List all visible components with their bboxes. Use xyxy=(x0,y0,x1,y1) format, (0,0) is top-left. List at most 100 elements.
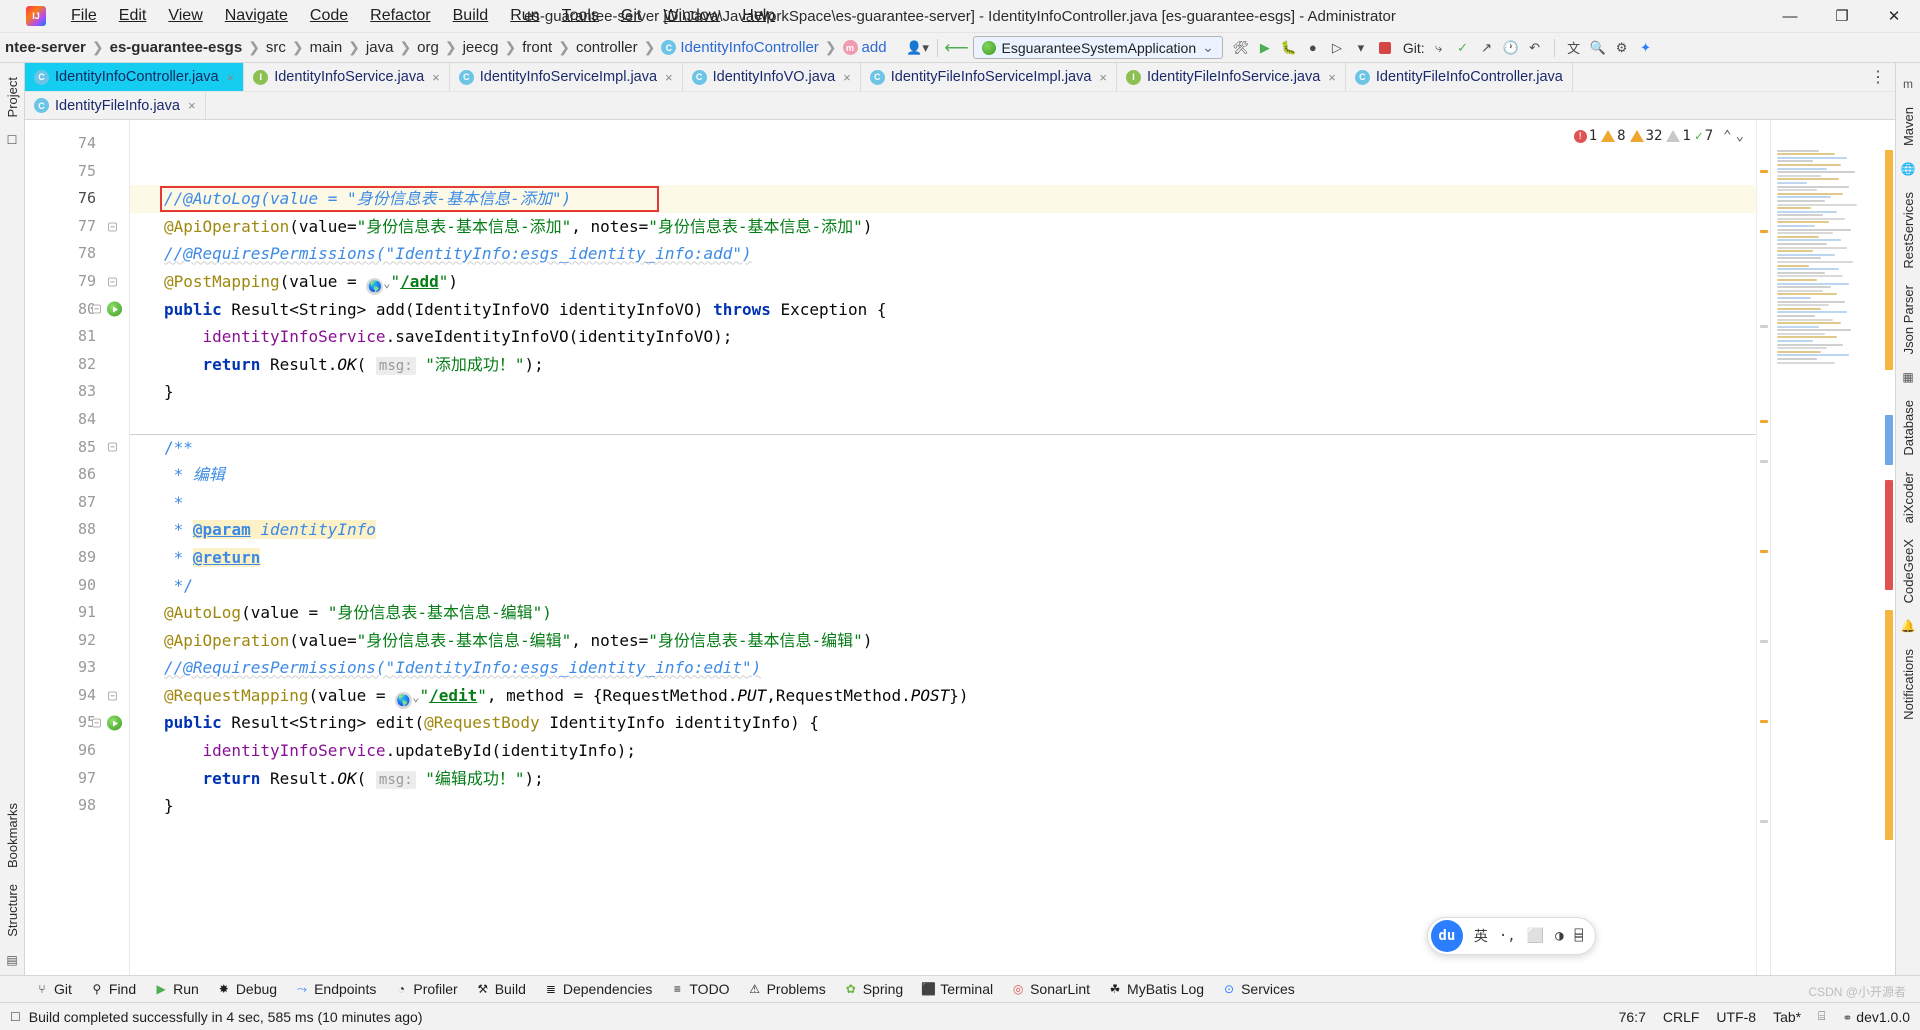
tool-problems[interactable]: ⚠ Problems xyxy=(739,979,835,999)
web-endpoint-icon[interactable]: 🌎 xyxy=(366,278,384,296)
commit-icon[interactable]: ☐ xyxy=(7,133,18,147)
code-line-76[interactable]: //@AutoLog(value = "身份信息表-基本信息-添加") xyxy=(130,185,1756,213)
tool-todo[interactable]: ≡ TODO xyxy=(661,979,738,999)
tool-sonarlint[interactable]: ◎ SonarLint xyxy=(1002,979,1099,999)
breadcrumb-item-method[interactable]: m add xyxy=(838,37,892,58)
close-icon[interactable]: × xyxy=(1328,70,1336,85)
tab-identityfileinfocontroller[interactable]: C IdentityFileInfoController.java xyxy=(1345,63,1573,91)
menu-edit[interactable]: Edit xyxy=(108,3,158,29)
code-line-81[interactable]: identityInfoService.saveIdentityInfoVO(i… xyxy=(130,323,1756,351)
run-with-coverage-icon[interactable]: ● xyxy=(1301,37,1325,59)
tab-identityinfoservice[interactable]: I IdentityInfoService.java × xyxy=(244,63,450,91)
git-commit-icon[interactable]: ✓ xyxy=(1451,37,1475,59)
menu-refactor[interactable]: Refactor xyxy=(359,3,441,29)
maven-icon[interactable]: m xyxy=(1903,77,1913,91)
close-button[interactable]: ✕ xyxy=(1868,0,1920,33)
next-problem-icon[interactable]: ⌄ xyxy=(1736,128,1744,144)
tool-find[interactable]: ⚲ Find xyxy=(81,979,145,999)
breadcrumb-item-class[interactable]: C IdentityInfoController xyxy=(656,37,823,58)
user-avatar-icon[interactable]: 👤▾ xyxy=(906,37,930,59)
info-count[interactable]: 1 xyxy=(1666,128,1691,144)
status-message-area[interactable]: ☐ Build completed successfully in 4 sec,… xyxy=(10,1009,423,1025)
code-line-77[interactable]: @ApiOperation(value="身份信息表-基本信息-添加", not… xyxy=(130,213,1756,241)
warning-marker[interactable] xyxy=(1760,230,1768,233)
error-stripe-marker-column[interactable] xyxy=(1756,120,1770,975)
git-branch[interactable]: ⚭ dev1.0.0 xyxy=(1842,1009,1910,1025)
code-line-79[interactable]: @PostMapping(value = 🌎 ⌄"/add") xyxy=(130,268,1756,296)
ime-punctuation-icon[interactable]: ·, xyxy=(1499,928,1516,944)
ai-assistant-icon[interactable]: ✦ xyxy=(1634,37,1658,59)
fold-icon[interactable]: − xyxy=(108,222,117,232)
tab-identityinfoserviceimpl[interactable]: C IdentityInfoServiceImpl.java × xyxy=(449,63,683,91)
sidebar-item-notifications[interactable]: Notifications xyxy=(1898,641,1919,728)
terminal-strip-icon[interactable]: ▤ xyxy=(6,953,17,967)
code-line-84[interactable] xyxy=(130,406,1756,434)
code-line-96[interactable]: identityInfoService.updateById(identityI… xyxy=(130,737,1756,765)
ime-menu-icon[interactable]: ⌸ xyxy=(1575,928,1583,944)
sidebar-item-structure[interactable]: Structure xyxy=(2,876,23,945)
fold-icon[interactable]: − xyxy=(92,304,101,314)
tool-dependencies[interactable]: ≣ Dependencies xyxy=(535,979,662,999)
code-line-95[interactable]: public Result<String> edit(@RequestBody … xyxy=(130,709,1756,737)
sidebar-item-maven[interactable]: Maven xyxy=(1898,99,1919,154)
breadcrumb-item-project[interactable]: ntee-server xyxy=(0,37,91,58)
code-line-97[interactable]: return Result.OK( msg: "编辑成功！"); xyxy=(130,765,1756,793)
tool-endpoints[interactable]: ⤳ Endpoints xyxy=(286,979,385,999)
close-icon[interactable]: × xyxy=(1099,70,1107,85)
weak-warning-count[interactable]: 32 xyxy=(1629,128,1662,144)
tool-build[interactable]: ⚒ Build xyxy=(467,979,535,999)
typo-count[interactable]: ✓ 7 xyxy=(1695,128,1713,144)
tool-services[interactable]: ⊙ Services xyxy=(1213,979,1304,999)
close-icon[interactable]: × xyxy=(432,70,440,85)
ime-screenshot-icon[interactable]: ⬜ xyxy=(1527,928,1544,944)
tool-terminal[interactable]: ⬛ Terminal xyxy=(912,979,1002,999)
tool-mybatis-log[interactable]: ☘ MyBatis Log xyxy=(1099,979,1213,999)
tool-spring[interactable]: ✿ Spring xyxy=(835,979,912,999)
menu-run[interactable]: Run xyxy=(499,3,550,29)
info-marker[interactable] xyxy=(1760,640,1768,643)
notifications-bell-icon[interactable]: 🔔 xyxy=(1901,619,1916,633)
fold-icon[interactable]: − xyxy=(108,442,117,452)
run-gutter-icon[interactable] xyxy=(107,301,122,317)
sidebar-item-bookmarks[interactable]: Bookmarks xyxy=(2,795,23,876)
menu-help[interactable]: Help xyxy=(731,3,786,29)
maximize-button[interactable]: ❐ xyxy=(1816,0,1868,33)
code-line-94[interactable]: @RequestMapping(value = 🌎 ⌄"/edit", metho… xyxy=(130,682,1756,710)
code-line-98[interactable]: } xyxy=(130,792,1756,820)
close-icon[interactable]: × xyxy=(665,70,673,85)
notification-icon[interactable]: ☐ xyxy=(10,1010,21,1024)
breadcrumb-item-controller[interactable]: controller xyxy=(571,37,643,58)
code-line-74[interactable] xyxy=(130,130,1756,158)
code-line-91[interactable]: @AutoLog(value = "身份信息表-基本信息-编辑") xyxy=(130,599,1756,627)
info-marker[interactable] xyxy=(1760,325,1768,328)
breadcrumb-item-src[interactable]: src xyxy=(261,37,291,58)
search-icon[interactable]: 🔍 xyxy=(1586,37,1610,59)
info-marker[interactable] xyxy=(1760,820,1768,823)
code-line-85[interactable]: /** xyxy=(130,433,1756,462)
tab-identityfileinfoserviceimpl[interactable]: C IdentityFileInfoServiceImpl.java × xyxy=(860,63,1118,91)
breadcrumb-item-main[interactable]: main xyxy=(305,37,348,58)
sidebar-item-restservices[interactable]: RestServices xyxy=(1898,184,1919,277)
menu-tools[interactable]: Tools xyxy=(551,3,610,29)
git-update-icon[interactable]: ⤷ xyxy=(1427,37,1451,59)
menu-code[interactable]: Code xyxy=(299,3,359,29)
code-line-82[interactable]: return Result.OK( msg: "添加成功！"); xyxy=(130,351,1756,379)
run-button-icon[interactable]: ▶ xyxy=(1253,37,1277,59)
editor-gutter[interactable]: 74 75 76 77− 78 79− 80− 81 82 83 84 85− … xyxy=(25,120,130,975)
close-icon[interactable]: × xyxy=(188,98,196,113)
breadcrumb-item-org[interactable]: org xyxy=(412,37,444,58)
build-icon[interactable]: 🛠 xyxy=(1229,37,1253,59)
code-line-75[interactable] xyxy=(130,158,1756,186)
debug-button-icon[interactable]: 🐛 xyxy=(1277,37,1301,59)
tabs-overflow-icon[interactable]: ⋮ xyxy=(1861,63,1895,91)
profiler-icon[interactable]: ▷ xyxy=(1325,37,1349,59)
fold-icon[interactable]: − xyxy=(92,718,101,728)
menu-file[interactable]: File xyxy=(60,3,108,29)
code-line-83[interactable]: } xyxy=(130,378,1756,406)
code-line-93[interactable]: //@RequiresPermissions("IdentityInfo:esg… xyxy=(130,654,1756,682)
warning-count[interactable]: 8 xyxy=(1601,128,1626,144)
warning-marker[interactable] xyxy=(1760,550,1768,553)
settings-gear-icon[interactable]: ⚙ xyxy=(1610,37,1634,59)
warning-marker[interactable] xyxy=(1760,420,1768,423)
tool-debug[interactable]: ✸ Debug xyxy=(208,979,286,999)
